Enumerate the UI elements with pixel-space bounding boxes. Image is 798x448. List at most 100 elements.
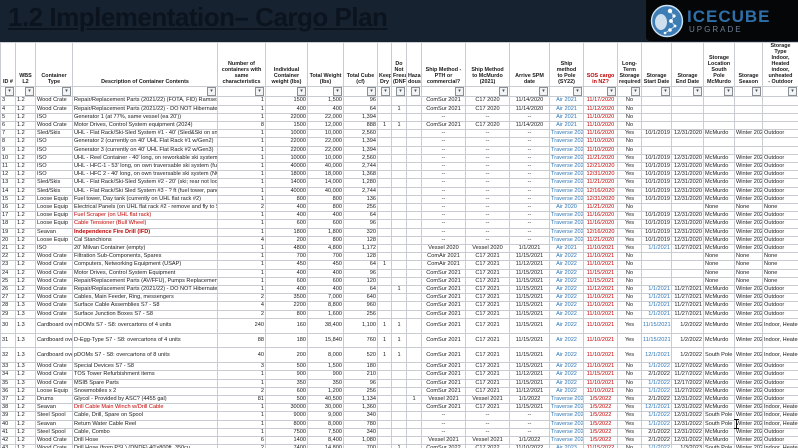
cell-desc: Surface Junction Boxes S7 - S8 (73, 310, 218, 318)
cell-ship1: ComSur 2021 (422, 97, 466, 105)
filter-button-id[interactable]: ▾ (5, 87, 14, 96)
cell-dry (378, 179, 392, 187)
cell-nz: 11/10/2021 (584, 253, 618, 261)
cell-loc: McMurdo (704, 302, 735, 310)
filter-button-wbs[interactable]: ▾ (25, 87, 34, 96)
cell-dnf (392, 363, 407, 371)
cell-se: 12/31/2020 (672, 179, 704, 187)
cell-ss (642, 146, 672, 154)
cell-ship1: ComSur 2021 (422, 310, 466, 318)
cell-id: 15 (1, 195, 16, 203)
cell-cube: 256 (344, 310, 378, 318)
filter-button-ship1[interactable]: ▾ (455, 87, 464, 96)
cell-dry (378, 146, 392, 154)
cell-dry: 1 (378, 333, 392, 348)
cell-haz (407, 121, 422, 129)
cell-wt: 2200 (266, 302, 308, 310)
cell-twt: 15,840 (308, 333, 344, 348)
filter-button-arrive[interactable]: ▾ (539, 87, 548, 96)
cell-n: 1 (218, 113, 266, 121)
filter-button-haz[interactable]: ▾ (411, 87, 420, 96)
cell-dnf (392, 195, 407, 203)
cell-lts: No (618, 121, 642, 129)
filter-button-twt[interactable]: ▾ (333, 87, 342, 96)
cell-cube: 960 (344, 302, 378, 310)
filter-button-stype[interactable]: ▾ (788, 87, 797, 96)
filter-button-type[interactable]: ▾ (62, 87, 71, 96)
cell-desc: UHL - Reel Container - 40' long, on rewo… (73, 154, 218, 162)
cell-nz: 11/10/2021 (584, 379, 618, 387)
cell-cube: 64 (344, 212, 378, 220)
cell-season: Winter 2020 (735, 236, 763, 244)
filter-button-wt[interactable]: ▾ (297, 87, 306, 96)
cell-arrive: 11/15/2021 (510, 286, 550, 294)
cell-cube: 520 (344, 348, 378, 363)
cell-lts: No (618, 310, 642, 318)
cell-type: Wood Crate (36, 277, 73, 285)
cell-n: 2 (218, 387, 266, 395)
filter-button-dnf[interactable]: ▾ (396, 87, 405, 96)
filter-button-cube[interactable]: ▾ (367, 87, 376, 96)
cell-wbs: 1.3 (16, 363, 36, 371)
filter-button-season[interactable]: ▾ (752, 87, 761, 96)
filter-cell-ship2: ▾ (466, 87, 510, 97)
cell-wbs: 1.2 (16, 261, 36, 269)
cell-id: 24 (1, 269, 16, 277)
cell-se (672, 138, 704, 146)
cell-dry (378, 130, 392, 138)
cell-id: 26 (1, 286, 16, 294)
cell-ss: 2/1/2022 (642, 371, 672, 379)
cell-ss (642, 121, 672, 129)
table-row: 171.2Loose EquipFuel Scraper (on UHL fla… (1, 212, 798, 220)
cell-ship1: -- (422, 162, 466, 170)
cell-ship1: ComSur 2021 (422, 121, 466, 129)
cell-ss: 10/1/2019 (642, 171, 672, 179)
column-header-wbs: WBS L2 (16, 43, 36, 87)
cell-haz (407, 162, 422, 170)
filter-button-lts[interactable]: ▾ (631, 87, 640, 96)
cell-twt: 18,000 (308, 171, 344, 179)
cell-wt: 180 (266, 333, 308, 348)
filter-button-pole[interactable]: ▾ (573, 87, 582, 96)
filter-cell-n: ▾ (218, 87, 266, 97)
cell-desc: Computers, Networking Equipment (USAP) (73, 261, 218, 269)
cell-twt: 8,800 (308, 302, 344, 310)
cell-lts: No (618, 277, 642, 285)
filter-button-se[interactable]: ▾ (693, 87, 702, 96)
cell-lts: No (618, 146, 642, 154)
cell-se: 11/27/2022 (672, 363, 704, 371)
cell-season: Winter 2021 (735, 318, 763, 333)
filter-button-ss[interactable]: ▾ (661, 87, 670, 96)
filter-button-ship2[interactable]: ▾ (499, 87, 508, 96)
filter-button-n[interactable]: ▾ (255, 87, 264, 96)
cell-loc: None (704, 277, 735, 285)
cell-twt: 22,000 (308, 146, 344, 154)
cell-type: Steel Spool (36, 428, 73, 436)
cell-ship2: C17 2021 (466, 277, 510, 285)
cell-ship1: -- (422, 195, 466, 203)
filter-button-dry[interactable]: ▾ (381, 87, 390, 96)
cell-ss: 10/1/2019 (642, 130, 672, 138)
filter-button-nz[interactable]: ▾ (607, 87, 616, 96)
cell-dnf (392, 97, 407, 105)
cell-pole: Traverse 2022 (550, 396, 584, 404)
cell-haz (407, 113, 422, 121)
filter-button-desc[interactable]: ▾ (207, 87, 216, 96)
cell-haz (407, 195, 422, 203)
cell-haz (407, 261, 422, 269)
cell-haz (407, 130, 422, 138)
cell-nz: 11/10/2021 (584, 348, 618, 363)
cell-id: 38 (1, 404, 16, 412)
cell-haz (407, 179, 422, 187)
cell-se: 12/31/2022 (672, 428, 704, 436)
cell-pole: Traverse 2020 (550, 195, 584, 203)
filter-button-loc[interactable]: ▾ (724, 87, 733, 96)
cell-id: 40 (1, 420, 16, 428)
title-bar: 1.2 Implementation– Cargo Plan ICECUBE U… (0, 0, 798, 42)
cell-haz (407, 428, 422, 436)
cell-stype: Outdoor (763, 302, 798, 310)
cell-loc: McMurdo (704, 396, 735, 404)
cell-dry (378, 437, 392, 445)
cell-twt: 700 (308, 253, 344, 261)
cell-arrive: -- (510, 203, 550, 211)
